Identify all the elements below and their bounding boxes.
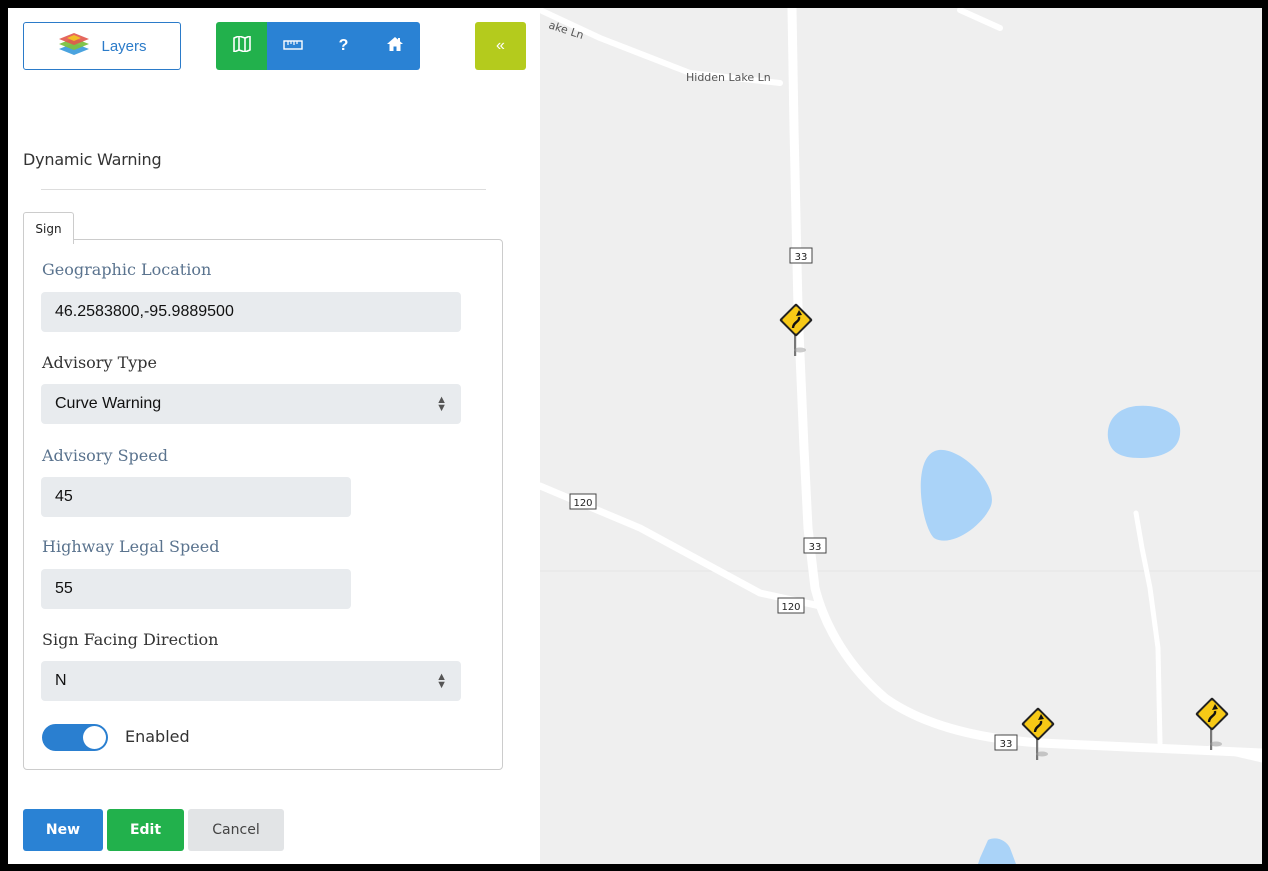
route-shield-label: 120 (573, 498, 592, 509)
double-chevron-left-icon: « (496, 37, 505, 54)
route-shield-label: 33 (1000, 739, 1013, 750)
map-svg: ake Ln Hidden Lake Ln 33 33 33 120 120 (540, 8, 1262, 864)
sign-facing-direction-select[interactable]: N ▲ ▼ (41, 661, 461, 701)
map-view-button[interactable] (216, 22, 267, 70)
home-button[interactable] (369, 22, 420, 70)
curve-warning-sign-icon[interactable] (777, 301, 815, 358)
divider (41, 189, 486, 190)
route-shield-label: 33 (809, 542, 822, 553)
advisory-type-select[interactable]: Curve Warning ▲ ▼ (41, 384, 461, 424)
select-caret-icon: ▲ ▼ (436, 671, 447, 691)
route-shield-label: 33 (795, 252, 808, 263)
lake (920, 449, 992, 541)
road-label: Hidden Lake Ln (686, 71, 771, 84)
new-button[interactable]: New (23, 809, 103, 851)
geo-location-label: Geographic Location (42, 260, 212, 279)
tab-sign[interactable]: Sign (23, 212, 74, 244)
sign-facing-direction-value: N (55, 672, 67, 689)
sidebar: Layers ? « Dynamic Warning Sign Geograph… (8, 8, 540, 864)
ruler-icon (282, 37, 303, 55)
layers-icon (57, 32, 91, 60)
sign-facing-direction-label: Sign Facing Direction (42, 630, 219, 649)
route-shield-label: 120 (781, 602, 800, 613)
route-shield: 33 (803, 537, 827, 554)
route-shield: 33 (994, 734, 1018, 751)
help-icon: ? (338, 37, 349, 54)
help-button[interactable]: ? (318, 22, 369, 70)
route-shield: 120 (569, 493, 597, 510)
advisory-type-value: Curve Warning (55, 395, 162, 412)
layers-label: Layers (101, 37, 147, 55)
layers-button[interactable]: Layers (23, 22, 181, 70)
route-shield: 33 (789, 247, 813, 264)
select-caret-icon: ▲ ▼ (436, 394, 447, 414)
enabled-label: Enabled (125, 727, 190, 746)
advisory-type-label: Advisory Type (42, 353, 157, 372)
app-frame: Layers ? « Dynamic Warning Sign Geograph… (8, 8, 1262, 864)
enabled-toggle[interactable] (42, 724, 108, 751)
advisory-speed-field[interactable]: 45 (41, 477, 351, 517)
advisory-speed-label: Advisory Speed (42, 446, 168, 465)
highway-legal-speed-field[interactable]: 55 (41, 569, 351, 609)
curve-warning-sign-icon[interactable] (1019, 705, 1057, 762)
highway-legal-speed-label: Highway Legal Speed (42, 537, 220, 556)
home-icon (386, 36, 403, 56)
lake (1107, 405, 1181, 458)
collapse-sidebar-button[interactable]: « (475, 22, 526, 70)
toggle-knob (83, 726, 106, 749)
measure-button[interactable] (267, 22, 318, 70)
curve-warning-sign-icon[interactable] (1193, 695, 1231, 752)
edit-button[interactable]: Edit (107, 809, 184, 851)
panel-title: Dynamic Warning (23, 150, 162, 169)
map-toolbar: ? (216, 22, 420, 70)
geo-location-field[interactable]: 46.2583800,-95.9889500 (41, 292, 461, 332)
lake (978, 838, 1016, 864)
route-shield: 120 (777, 597, 805, 614)
cancel-button[interactable]: Cancel (188, 809, 284, 851)
map-canvas[interactable]: ake Ln Hidden Lake Ln 33 33 33 120 120 (540, 8, 1262, 864)
map-icon (232, 34, 251, 57)
